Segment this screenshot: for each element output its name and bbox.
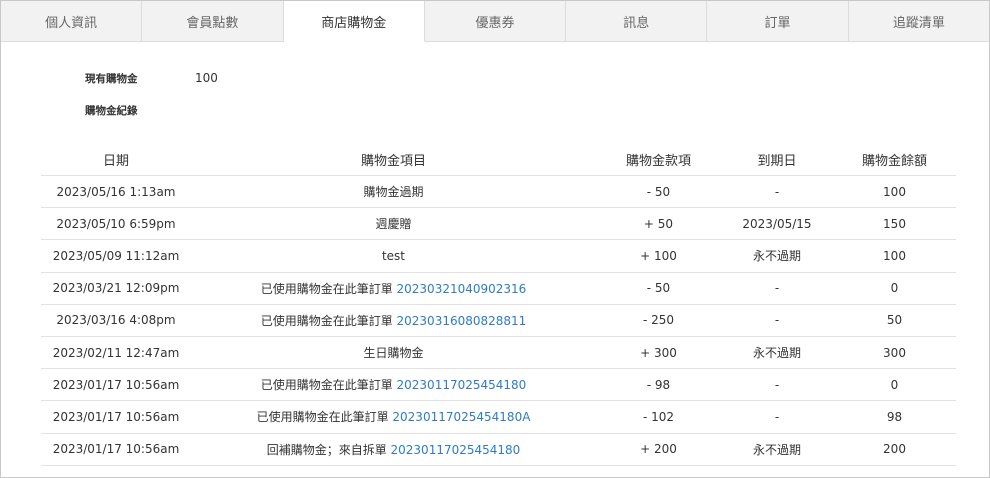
store-credit-panel: 個人資訊 會員點數 商店購物金 優惠券 訊息 訂單 追蹤清單 現有購物金 100… [0,0,990,478]
tab-wishlist[interactable]: 追蹤清單 [848,1,989,42]
cell-balance: 0 [890,377,899,392]
credit-history-label: 購物金紀錄 [85,104,138,117]
cell-item: 回補購物金；來自拆單 20230117025454180 [191,441,596,458]
order-link[interactable]: 20230117025454180A [392,410,530,424]
item-description: 已使用購物金在此筆訂單 [260,313,397,328]
table-row: 2023/05/10 6:59pm 週慶贈 + 50 2023/05/15 150 [41,208,956,241]
current-credit-row: 現有購物金 100 [85,67,218,89]
cell-expiry: 永不過期 [752,442,801,457]
item-description: 已使用購物金在此筆訂單 [260,378,397,393]
header-item: 購物金項目 [360,153,426,169]
item-description: 生日購物金 [363,346,424,361]
cell-amount: - 102 [642,409,675,424]
table-header: 日期 購物金項目 購物金款項 到期日 購物金餘額 [41,143,956,176]
table-row: 2023/03/16 4:08pm 已使用購物金在此筆訂單 20230316080… [41,305,956,337]
item-description: 回補購物金；來自拆單 [266,442,391,457]
tab-profile[interactable]: 個人資訊 [1,1,143,42]
table-row: 2023/01/17 10:56am 已使用購物金在此筆訂單 2023011702… [41,369,956,402]
cell-date: 2023/05/10 6:59pm [56,216,176,231]
cell-amount: - 50 [646,184,671,199]
tab-orders[interactable]: 訂單 [707,1,849,42]
cell-expiry: 永不過期 [752,346,801,361]
table-row: 2023/05/09 11:12am test + 100 永不過期 100 [41,240,956,273]
cell-amount: - 50 [646,281,671,296]
current-credit-label: 現有購物金 [85,72,138,85]
cell-balance: 100 [883,184,906,199]
cell-item: 購物金過期 [191,183,596,200]
cell-item: 週慶贈 [191,215,596,232]
current-credit-value: 100 [195,71,218,85]
cell-date: 2023/01/17 10:56am [52,409,180,424]
credit-history-row: 購物金紀錄 [85,99,218,121]
cell-expiry: - [774,377,780,392]
header-expiry: 到期日 [757,153,797,169]
cell-expiry: - [774,184,780,199]
cell-balance: 98 [886,409,903,424]
cell-balance: 100 [883,248,906,263]
table-row: 2023/03/21 12:09pm 已使用購物金在此筆訂單 2023032104… [41,273,956,305]
cell-item: 已使用購物金在此筆訂單 20230321040902316 [191,280,596,297]
table-row: 2023/02/11 12:47am 生日購物金 + 300 永不過期 300 [41,337,956,370]
item-description: 已使用購物金在此筆訂單 [260,281,397,296]
table-body: 2023/05/16 1:13am 購物金過期 - 50 - 100 2023/05/10… [41,176,956,466]
order-link[interactable]: 20230117025454180 [397,378,527,392]
cell-expiry: - [774,281,780,296]
cell-expiry: - [774,313,780,328]
cell-item: 生日購物金 [191,344,596,361]
tab-store-credit[interactable]: 商店購物金 [283,1,425,42]
cell-amount: + 300 [640,345,677,360]
order-link[interactable]: 20230117025454180 [391,443,521,457]
cell-balance: 300 [883,345,906,360]
tab-messages[interactable]: 訊息 [566,1,708,42]
cell-balance: 150 [883,216,906,231]
order-link[interactable]: 20230321040902316 [397,282,527,296]
cell-item: 已使用購物金在此筆訂單 20230316080828811 [191,312,596,329]
item-description: 購物金過期 [363,185,424,200]
table-row: 2023/01/17 10:56am 回補購物金；來自拆單 20230117025… [41,434,956,466]
order-link[interactable]: 20230316080828811 [397,314,527,328]
cell-balance: 50 [886,313,903,328]
item-description: test [381,248,406,263]
cell-item: test [191,249,596,263]
cell-amount: + 200 [640,442,677,457]
item-description: 已使用購物金在此筆訂單 [256,410,393,425]
cell-expiry: - [774,409,780,424]
cell-date: 2023/05/09 11:12am [52,248,180,263]
cell-date: 2023/01/17 10:56am [52,377,180,392]
cell-amount: + 100 [640,248,677,263]
cell-date: 2023/03/21 12:09pm [52,281,180,296]
cell-date: 2023/03/16 4:08pm [56,313,176,328]
cell-expiry: 永不過期 [752,249,801,264]
table-row: 2023/05/16 1:13am 購物金過期 - 50 - 100 [41,176,956,209]
account-tabs: 個人資訊 會員點數 商店購物金 優惠券 訊息 訂單 追蹤清單 [1,1,989,43]
table-row: 2023/01/17 10:56am 已使用購物金在此筆訂單 2023011702… [41,401,956,434]
tab-coupons[interactable]: 優惠券 [424,1,567,42]
cell-item: 已使用購物金在此筆訂單 20230117025454180 [191,376,596,393]
cell-amount: - 98 [646,377,671,392]
header-balance: 購物金餘額 [861,153,927,169]
credit-summary: 現有購物金 100 購物金紀錄 [85,67,218,131]
header-date: 日期 [102,153,129,169]
credit-history-table: 日期 購物金項目 購物金款項 到期日 購物金餘額 2023/05/16 1:13… [41,143,956,466]
cell-date: 2023/01/17 10:56am [52,442,180,457]
cell-item: 已使用購物金在此筆訂單 20230117025454180A [191,408,596,425]
cell-amount: + 50 [643,216,674,231]
cell-balance: 0 [890,281,899,296]
tab-member-points[interactable]: 會員點數 [142,1,284,42]
header-amount: 購物金款項 [625,153,691,169]
cell-expiry: 2023/05/15 [742,216,812,231]
cell-date: 2023/02/11 12:47am [52,345,180,360]
cell-balance: 200 [883,442,906,457]
item-description: 週慶贈 [375,217,412,232]
cell-date: 2023/05/16 1:13am [56,184,176,199]
cell-amount: - 250 [642,313,675,328]
